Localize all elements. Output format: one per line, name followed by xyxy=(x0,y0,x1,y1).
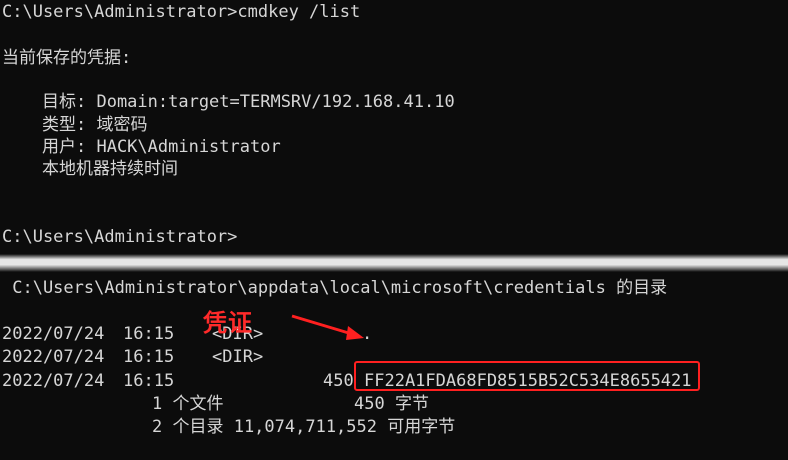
directory-header-line: C:\Users\Administrator\appdata\local\mic… xyxy=(2,278,668,298)
credential-annotation-label: 凭证 xyxy=(203,309,253,337)
entry-time: 16:15 xyxy=(123,371,175,391)
files-summary-bytes: 450 字节 xyxy=(354,394,429,414)
credential-persistence-line: 本地机器持续时间 xyxy=(42,159,178,179)
entry-time: 16:15 xyxy=(123,324,175,344)
entry-time: 16:15 xyxy=(123,347,175,367)
entry-type: <DIR> xyxy=(212,347,264,367)
terminal-top-panel: C:\Users\Administrator>cmdkey /list 当前保存… xyxy=(0,0,788,254)
dirs-summary: 2 个目录 11,074,711,552 可用字节 xyxy=(152,417,456,437)
prompt-end-line: C:\Users\Administrator> xyxy=(2,227,238,247)
entry-date: 2022/07/24 xyxy=(2,347,105,367)
credential-type-line: 类型: 域密码 xyxy=(42,115,148,135)
credential-target-line: 目标: Domain:target=TERMSRV/192.168.41.10 xyxy=(42,92,455,112)
annotation-arrow-icon xyxy=(291,314,364,340)
credential-highlight-box xyxy=(354,361,700,391)
entry-date: 2022/07/24 xyxy=(2,324,105,344)
prompt-command-line: C:\Users\Administrator>cmdkey /list xyxy=(2,2,361,22)
entry-date: 2022/07/24 xyxy=(2,371,105,391)
files-summary-count: 1 个文件 xyxy=(152,394,224,414)
saved-credentials-header: 当前保存的凭据: xyxy=(2,48,132,68)
credential-user-line: 用户: HACK\Administrator xyxy=(42,137,281,157)
entry-size: 450 xyxy=(323,371,354,391)
screenshot-divider xyxy=(0,254,788,272)
